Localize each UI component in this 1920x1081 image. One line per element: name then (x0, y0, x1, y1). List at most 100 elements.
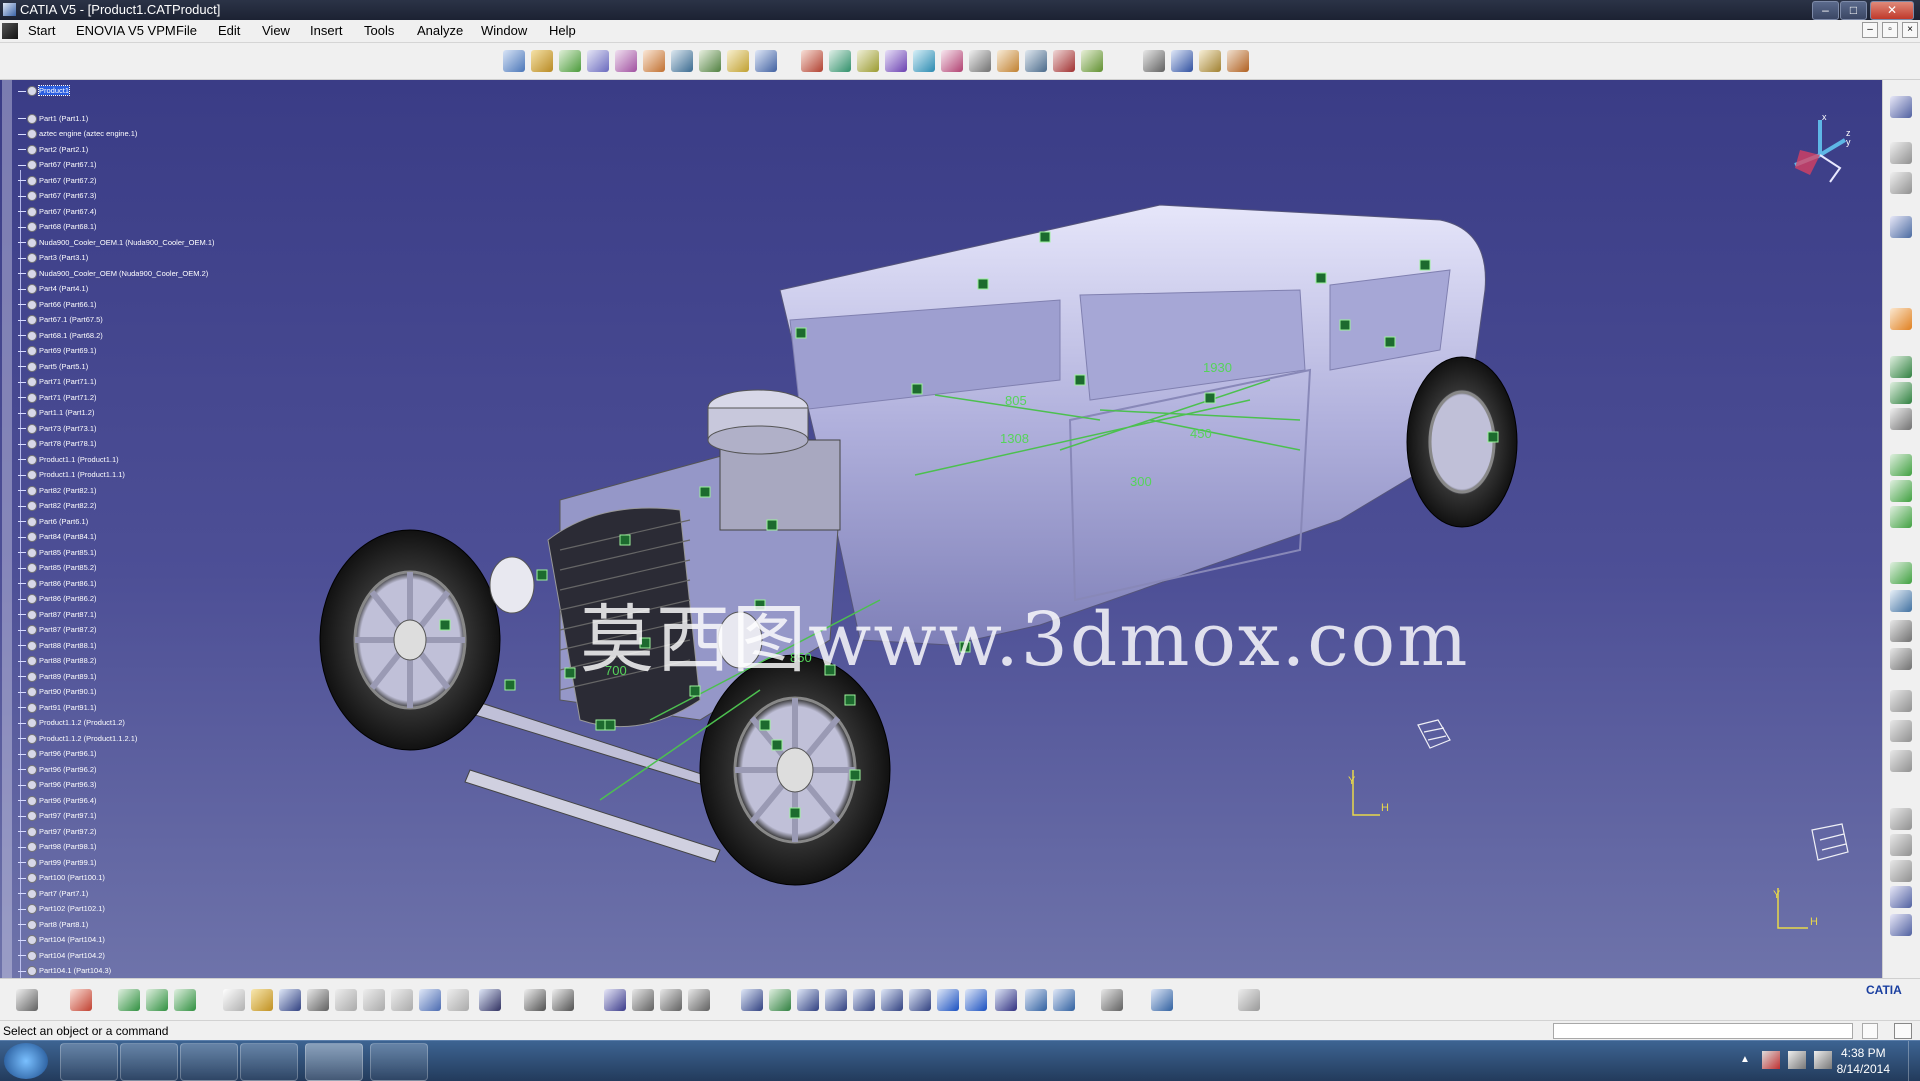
mdi-restore-button[interactable]: ▫ (1882, 22, 1898, 38)
tree-item[interactable]: Part69 (Part69.1) (18, 346, 97, 360)
hole-feature-icon[interactable] (1890, 506, 1912, 528)
fit-all-in-icon[interactable] (769, 989, 791, 1011)
tree-item[interactable]: Part67 (Part67.3) (18, 191, 97, 205)
zoom-out-icon[interactable] (881, 989, 903, 1011)
reuse-pattern-icon[interactable] (1053, 50, 1075, 72)
manipulate-icon[interactable] (643, 50, 665, 72)
tree-item[interactable]: Part5 (Part5.1) (18, 362, 88, 376)
explode-icon[interactable] (699, 50, 721, 72)
tree-item[interactable]: Part82 (Part82.2) (18, 501, 97, 515)
tree-root-product[interactable]: Product1 (18, 85, 71, 100)
internet-explorer-icon[interactable] (60, 1043, 118, 1081)
minimize-button[interactable]: – (1812, 1, 1839, 20)
change-constraint-icon[interactable] (1025, 50, 1047, 72)
tree-item[interactable]: Part8 (Part8.1) (18, 920, 88, 934)
new-component-icon[interactable] (503, 50, 525, 72)
split-feature-icon[interactable] (1890, 480, 1912, 502)
tree-item[interactable]: Part87 (Part87.1) (18, 610, 97, 624)
zoom-in-icon[interactable] (853, 989, 875, 1011)
comment-icon[interactable] (552, 989, 574, 1011)
magnifier-icon[interactable] (1894, 1023, 1912, 1039)
action-center-icon[interactable] (1762, 1051, 1780, 1069)
menu-view[interactable]: View (262, 23, 290, 38)
tree-item[interactable]: Part84 (Part84.1) (18, 532, 97, 546)
tree-item[interactable]: Part88 (Part88.1) (18, 641, 97, 655)
tree-item[interactable]: Nuda900_Cooler_OEM.1 (Nuda900_Cooler_OEM… (18, 238, 215, 252)
design-mode-icon[interactable] (146, 989, 168, 1011)
tree-item[interactable]: Part1 (Part1.1) (18, 114, 88, 128)
pan-icon[interactable] (797, 989, 819, 1011)
hierarchy-icon[interactable] (632, 989, 654, 1011)
distance-analysis-icon[interactable] (1199, 50, 1221, 72)
tree-scrollbar[interactable] (2, 80, 12, 978)
tree-item[interactable]: Part104 (Part104.2) (18, 951, 105, 965)
publication-icon[interactable] (1890, 562, 1912, 584)
tree-item[interactable]: Part96 (Part96.3) (18, 780, 97, 794)
formula-icon[interactable] (524, 989, 546, 1011)
hide-show-icon[interactable] (1025, 989, 1047, 1011)
catia-taskbar-icon[interactable] (305, 1043, 363, 1081)
tree-item[interactable]: Product1.1 (Product1.1.1) (18, 470, 125, 484)
tree-item[interactable]: Nuda900_Cooler_OEM (Nuda900_Cooler_OEM.2… (18, 269, 208, 283)
tree-item[interactable]: Product1.1 (Product1.1) (18, 455, 119, 469)
update-icon[interactable] (727, 50, 749, 72)
update-all-icon[interactable] (1238, 989, 1260, 1011)
measure-icon[interactable] (1081, 50, 1103, 72)
open-file-icon[interactable] (251, 989, 273, 1011)
flexible-subassembly-icon[interactable] (997, 50, 1019, 72)
menu-start[interactable]: Start (28, 23, 55, 38)
undo-icon[interactable] (419, 989, 441, 1011)
constraint-display-icon[interactable] (1890, 914, 1912, 936)
tree-item[interactable]: Part73 (Part73.1) (18, 424, 97, 438)
swap-visible-space-icon[interactable] (1053, 989, 1075, 1011)
tree-item[interactable]: Part96 (Part96.1) (18, 749, 97, 763)
tree-item[interactable]: Part68 (Part68.1) (18, 222, 97, 236)
apply-appearance-icon[interactable] (118, 989, 140, 1011)
tree-item[interactable]: Part100 (Part100.1) (18, 873, 105, 887)
rotate-icon[interactable] (825, 989, 847, 1011)
cut-icon[interactable] (335, 989, 357, 1011)
window-taskbar-icon[interactable] (370, 1043, 428, 1081)
compass-icon[interactable]: x y z (1780, 110, 1860, 190)
copy-icon[interactable] (363, 989, 385, 1011)
close-button[interactable]: ✕ (1870, 1, 1914, 20)
tree-item[interactable]: Part71 (Part71.2) (18, 393, 97, 407)
menu-analyze[interactable]: Analyze (417, 23, 463, 38)
whats-this-icon[interactable] (479, 989, 501, 1011)
quick-constraint-icon[interactable] (969, 50, 991, 72)
contact-constraint-icon[interactable] (829, 50, 851, 72)
tree-item[interactable]: Part97 (Part97.2) (18, 827, 97, 841)
assembly-feature-icon[interactable] (1890, 454, 1912, 476)
paste-icon[interactable] (391, 989, 413, 1011)
insert-product-icon[interactable] (1890, 356, 1912, 378)
redo-icon[interactable] (447, 989, 469, 1011)
tree-item[interactable]: Part96 (Part96.2) (18, 765, 97, 779)
coincidence-constraint-icon[interactable] (801, 50, 823, 72)
tree-item[interactable]: Part71 (Part71.1) (18, 377, 97, 391)
start-orb-icon[interactable] (4, 1043, 48, 1079)
tree-item[interactable]: Part67 (Part67.2) (18, 176, 97, 190)
maximize-button[interactable]: □ (1840, 1, 1867, 20)
tree-item[interactable]: Part86 (Part86.2) (18, 594, 97, 608)
weld-icon[interactable] (1890, 750, 1912, 772)
volume-icon[interactable] (1814, 1051, 1832, 1069)
3d-viewport[interactable]: 805 1308 1930 300 450 850 700 Y H Y H x … (0, 80, 1882, 978)
hot-rod-model[interactable]: 805 1308 1930 300 450 850 700 Y H Y H (0, 80, 1882, 978)
space-analysis-icon[interactable] (1890, 216, 1912, 238)
tree-item[interactable]: Part85 (Part85.2) (18, 563, 97, 577)
file-explorer-icon[interactable] (240, 1043, 298, 1081)
apply-material-bottom-icon[interactable] (1151, 989, 1173, 1011)
tree-item[interactable]: Part68.1 (Part68.2) (18, 331, 103, 345)
tree-item[interactable]: Part97 (Part97.1) (18, 811, 97, 825)
system-clock[interactable]: 4:38 PM 8/14/2014 (1837, 1045, 1890, 1077)
tree-item[interactable]: Part82 (Part82.1) (18, 486, 97, 500)
tree-item[interactable]: Part7 (Part7.1) (18, 889, 88, 903)
normal-view-icon[interactable] (909, 989, 931, 1011)
chrome-icon[interactable] (180, 1043, 238, 1081)
mdi-minimize-button[interactable]: – (1862, 22, 1878, 38)
command-input[interactable] (1553, 1023, 1853, 1039)
menu-window[interactable]: Window (481, 23, 527, 38)
product-structure-icon[interactable] (1890, 96, 1912, 118)
tree-item[interactable]: Part6 (Part6.1) (18, 517, 88, 531)
tree-item[interactable]: Part96 (Part96.4) (18, 796, 97, 810)
